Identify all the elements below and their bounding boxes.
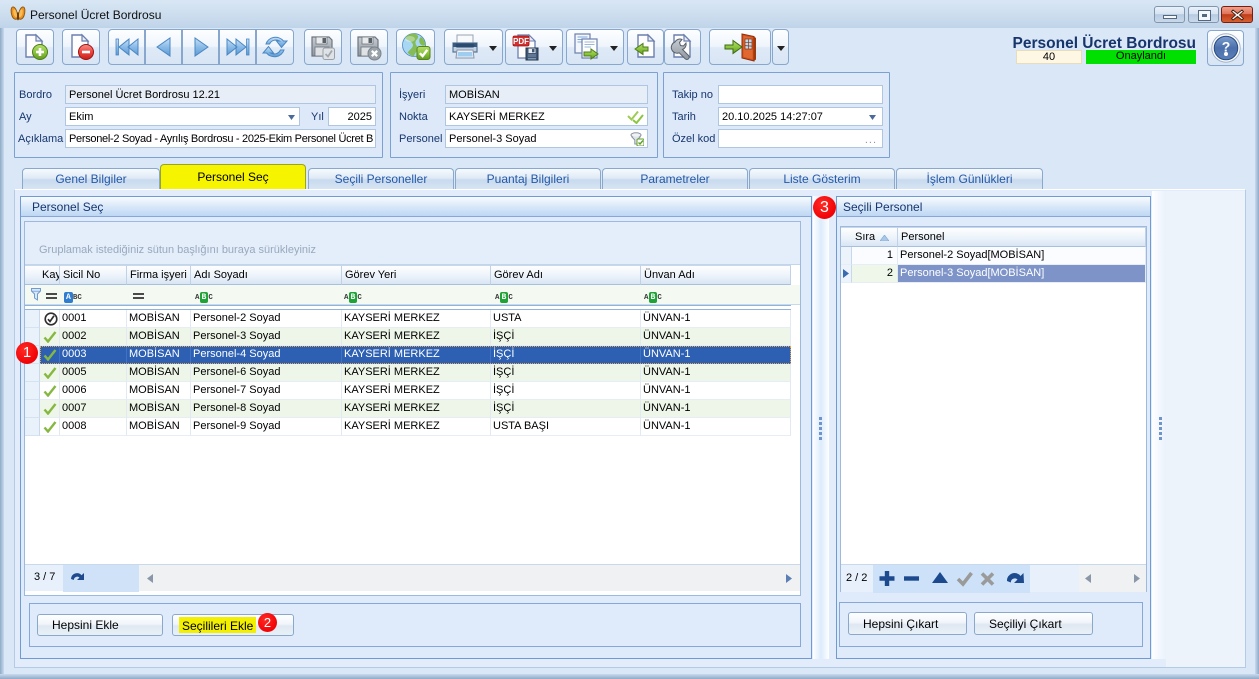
svg-text:PDF: PDF <box>513 37 529 46</box>
